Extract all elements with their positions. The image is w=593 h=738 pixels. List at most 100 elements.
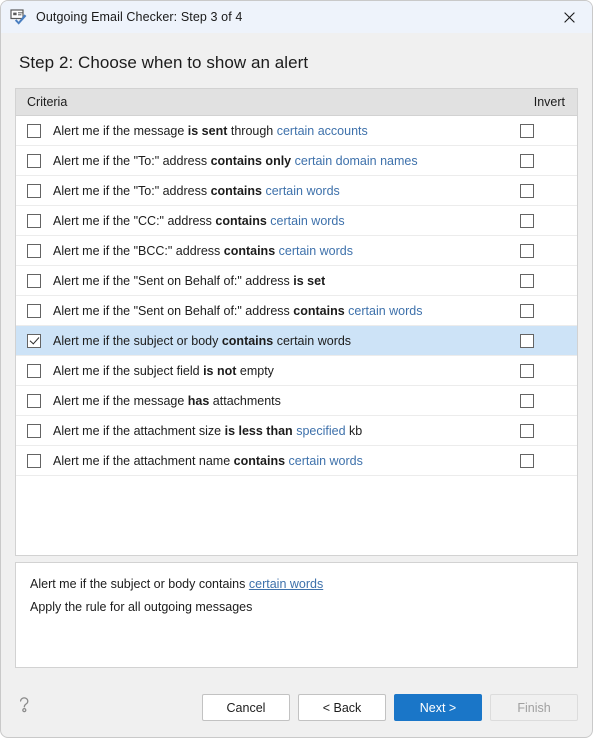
inline-link[interactable]: certain domain names [295, 154, 418, 168]
next-button[interactable]: Next > [394, 694, 482, 721]
criteria-rows: Alert me if the message is sent through … [16, 116, 577, 555]
inline-link[interactable]: specified [296, 424, 345, 438]
wizard-buttons: Cancel < Back Next > Finish [202, 694, 578, 721]
criteria-row[interactable]: Alert me if the "Sent on Behalf of:" add… [16, 296, 577, 326]
titlebar: Outgoing Email Checker: Step 3 of 4 [1, 1, 592, 33]
criteria-checkbox[interactable] [27, 423, 41, 438]
criteria-row[interactable]: Alert me if the attachment name contains… [16, 446, 577, 476]
close-button[interactable] [546, 1, 592, 33]
text-fragment: contains [293, 303, 345, 318]
text-fragment: Apply the rule for all outgoing messages [30, 600, 253, 614]
invert-checkbox[interactable] [520, 213, 534, 228]
invert-cell [495, 243, 577, 258]
text-fragment: Alert me if the subject field [53, 363, 204, 378]
text-fragment: is sent [187, 123, 228, 138]
column-header-invert: Invert [533, 95, 565, 109]
inline-link[interactable]: certain words [270, 214, 344, 228]
criteria-row[interactable]: Alert me if the "To:" address contains o… [16, 146, 577, 176]
invert-cell [495, 453, 577, 468]
invert-checkbox[interactable] [520, 123, 534, 138]
criteria-checkbox[interactable] [27, 123, 41, 138]
text-fragment: contains [215, 213, 267, 228]
criteria-checkbox[interactable] [27, 153, 41, 168]
text-fragment: is less than [224, 423, 293, 438]
criteria-row[interactable]: Alert me if the attachment size is less … [16, 416, 577, 446]
help-button[interactable] [13, 693, 35, 715]
criteria-cell: Alert me if the "Sent on Behalf of:" add… [16, 273, 495, 288]
invert-checkbox[interactable] [520, 303, 534, 318]
criteria-label: Alert me if the subject or body contains… [53, 334, 351, 348]
criteria-row[interactable]: Alert me if the "BCC:" address contains … [16, 236, 577, 266]
text-fragment: is not [203, 363, 237, 378]
criteria-label: Alert me if the attachment size is less … [53, 424, 362, 438]
invert-checkbox[interactable] [520, 273, 534, 288]
criteria-label: Alert me if the "BCC:" address contains … [53, 244, 353, 258]
criteria-list-panel: Criteria Invert Alert me if the message … [15, 88, 578, 556]
summary-line: Apply the rule for all outgoing messages [30, 600, 577, 614]
criteria-label: Alert me if the message has attachments [53, 394, 281, 408]
criteria-cell: Alert me if the "BCC:" address contains … [16, 243, 495, 258]
inline-link[interactable]: certain words [279, 244, 353, 258]
criteria-cell: Alert me if the message is sent through … [16, 123, 495, 138]
invert-cell [495, 153, 577, 168]
invert-cell [495, 333, 577, 348]
criteria-list-header: Criteria Invert [16, 89, 577, 116]
criteria-checkbox[interactable] [27, 393, 41, 408]
inline-link[interactable]: certain accounts [277, 124, 368, 138]
criteria-cell: Alert me if the "Sent on Behalf of:" add… [16, 303, 495, 318]
criteria-row[interactable]: Alert me if the subject field is not emp… [16, 356, 577, 386]
criteria-row[interactable]: Alert me if the "Sent on Behalf of:" add… [16, 266, 577, 296]
text-fragment: Alert me if the attachment name [53, 453, 234, 468]
criteria-checkbox[interactable] [27, 333, 41, 348]
window-title: Outgoing Email Checker: Step 3 of 4 [36, 10, 243, 24]
invert-checkbox[interactable] [520, 393, 534, 408]
criteria-checkbox[interactable] [27, 273, 41, 288]
rule-summary-panel: Alert me if the subject or body contains… [15, 562, 578, 668]
close-icon [563, 11, 575, 23]
text-fragment: contains [210, 183, 262, 198]
criteria-row[interactable]: Alert me if the message has attachments [16, 386, 577, 416]
criteria-checkbox[interactable] [27, 453, 41, 468]
criteria-checkbox[interactable] [27, 303, 41, 318]
invert-checkbox[interactable] [520, 423, 534, 438]
invert-checkbox[interactable] [520, 333, 534, 348]
criteria-checkbox[interactable] [27, 213, 41, 228]
cancel-button[interactable]: Cancel [202, 694, 290, 721]
criteria-cell: Alert me if the "To:" address contains o… [16, 153, 495, 168]
criteria-checkbox[interactable] [27, 243, 41, 258]
criteria-label: Alert me if the "CC:" address contains c… [53, 214, 345, 228]
text-fragment: contains only [210, 153, 292, 168]
invert-checkbox[interactable] [520, 243, 534, 258]
text-fragment: through [227, 123, 277, 138]
text-fragment: Alert me if the "To:" address [53, 153, 211, 168]
invert-cell [495, 123, 577, 138]
footer: Cancel < Back Next > Finish [1, 668, 592, 737]
criteria-cell: Alert me if the "To:" address contains c… [16, 183, 495, 198]
inline-link[interactable]: certain words [348, 304, 422, 318]
text-fragment: Alert me if the message [53, 393, 188, 408]
invert-checkbox[interactable] [520, 183, 534, 198]
inline-link[interactable]: certain words [249, 577, 323, 591]
invert-checkbox[interactable] [520, 453, 534, 468]
inline-link[interactable]: certain words [265, 184, 339, 198]
criteria-row[interactable]: Alert me if the message is sent through … [16, 116, 577, 146]
invert-checkbox[interactable] [520, 153, 534, 168]
criteria-cell: Alert me if the "CC:" address contains c… [16, 213, 495, 228]
inline-link[interactable]: certain words [289, 454, 363, 468]
email-check-icon [10, 9, 27, 25]
criteria-row[interactable]: Alert me if the "CC:" address contains c… [16, 206, 577, 236]
text-fragment: Alert me if the subject or body contains [30, 577, 249, 591]
invert-checkbox[interactable] [520, 363, 534, 378]
criteria-row[interactable]: Alert me if the subject or body contains… [16, 326, 577, 356]
criteria-label: Alert me if the subject field is not emp… [53, 364, 274, 378]
criteria-checkbox[interactable] [27, 363, 41, 378]
summary-line: Alert me if the subject or body contains… [30, 577, 577, 591]
text-fragment: Alert me if the "BCC:" address [53, 243, 224, 258]
criteria-row[interactable]: Alert me if the "To:" address contains c… [16, 176, 577, 206]
back-button[interactable]: < Back [298, 694, 386, 721]
criteria-checkbox[interactable] [27, 183, 41, 198]
criteria-cell: Alert me if the message has attachments [16, 393, 495, 408]
wizard-window: Outgoing Email Checker: Step 3 of 4 Step… [0, 0, 593, 738]
text-fragment: contains [221, 333, 274, 348]
criteria-label: Alert me if the "To:" address contains c… [53, 184, 340, 198]
